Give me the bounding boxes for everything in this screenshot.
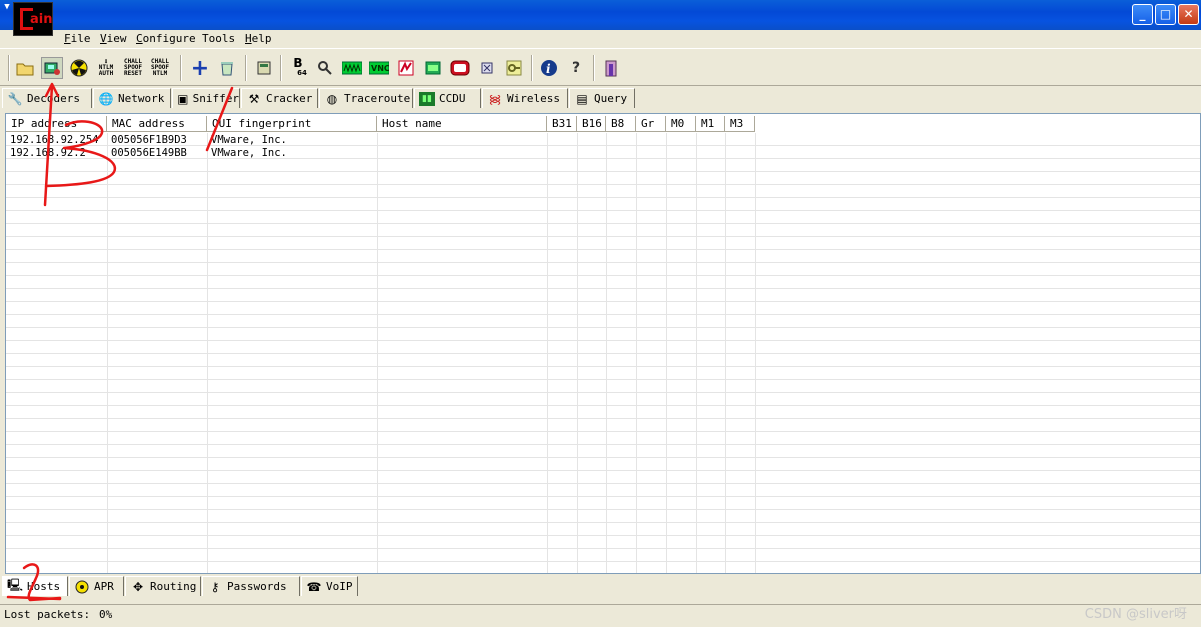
ip-cell: 192.168.92.2 (10, 147, 86, 159)
menu-help[interactable]: Help (245, 32, 272, 45)
cain-window: ▼ _ □ ✕ ain File View Configure Tools He… (0, 0, 1201, 627)
menu-tools[interactable]: Tools (202, 32, 235, 45)
status-bar: Lost packets: 0% (0, 604, 1201, 624)
ip-cell: 192.168.92.254 (10, 134, 99, 146)
tab-query[interactable]: ▤ Query (569, 88, 635, 108)
toolbar: ⬇ NTLM AUTH CHALL SPOOF RESET CHALL SPOOF NTLM… (0, 48, 1201, 86)
host-cell (377, 134, 547, 147)
tab-wireless[interactable]: ᯼ Wireless (482, 88, 568, 108)
tab-apr[interactable]: APR (69, 576, 124, 596)
tab-hosts[interactable]: 🖳 Hosts (2, 576, 68, 596)
pwl-icon[interactable] (341, 57, 363, 79)
hosts-table-body (6, 133, 1200, 573)
passwords-icon: ⚷ (210, 579, 220, 594)
hosts-icon: 🖳 (7, 578, 24, 592)
base64-icon[interactable]: B 64 (287, 57, 309, 79)
sniffer-icon: ▣ (177, 91, 189, 106)
menu-file[interactable]: File (64, 32, 91, 45)
query-icon: ▤ (576, 91, 588, 106)
wireless-tab-icon: ᯼ (488, 92, 502, 106)
col-gr[interactable]: Gr (636, 116, 666, 132)
col-oui-fingerprint[interactable]: OUI fingerprint (207, 116, 377, 132)
oui-cell: VMware, Inc. (211, 134, 287, 146)
tab-passwords[interactable]: ⚷ Passwords (202, 576, 300, 596)
menu-bar: File View Configure Tools Help (0, 30, 1201, 48)
hash-calculator-icon[interactable] (253, 57, 275, 79)
routing-icon: ✥ (132, 579, 144, 594)
top-tab-strip: 🔧 Decoders 🌐 Network ▣ Sniffer ⚒ Cracker ◍ Tr… (0, 88, 1201, 110)
tab-sniffer[interactable]: ▣ Sniffer (172, 88, 240, 108)
host-cell (377, 147, 547, 160)
open-folder-icon[interactable] (14, 57, 36, 79)
chall-spoof-reset-icon[interactable]: CHALL SPOOF RESET (122, 57, 144, 79)
tab-decoders[interactable]: 🔧 Decoders (2, 88, 92, 108)
table-row[interactable]: 192.168.92.2 005056E149BB VMware, Inc. (6, 147, 547, 160)
vnc-icon[interactable]: VNC (368, 57, 390, 79)
tab-cracker[interactable]: ⚒ Cracker (241, 88, 318, 108)
decoders-icon: 🔧 (7, 91, 23, 106)
network-icon: 🌐 (98, 91, 114, 106)
oui-cell: VMware, Inc. (211, 147, 287, 159)
ccdu-icon: ▮▮ (419, 91, 435, 106)
col-m3[interactable]: M3 (725, 116, 755, 132)
svg-text:i: i (546, 62, 551, 76)
chall-spoof-ntlm-icon[interactable]: CHALL SPOOF NTLM (149, 57, 171, 79)
col-mac-address[interactable]: MAC address (107, 116, 207, 132)
bottom-tab-strip: 🖳 Hosts APR ✥ Routing ⚷ Passwords ☎ VoIP (0, 576, 1201, 598)
watermark: CSDN @sliver呀 (1084, 607, 1187, 622)
mac-cell: 005056F1B9D3 (111, 134, 187, 146)
col-ip-address[interactable]: IP address (6, 116, 107, 132)
cain-logo: ain (13, 2, 53, 36)
col-b8[interactable]: B8 (606, 116, 636, 132)
logo-text: ain (30, 12, 53, 27)
tab-routing[interactable]: ✥ Routing (125, 576, 201, 596)
cisco-icon[interactable] (449, 57, 471, 79)
hosts-list[interactable]: IP address MAC address OUI fingerprint H… (5, 113, 1201, 574)
tab-ccdu[interactable]: ▮▮ CCDU (414, 88, 481, 108)
lsa-secrets-icon[interactable] (314, 57, 336, 79)
password-icon[interactable] (503, 57, 525, 79)
rdp-icon[interactable] (395, 57, 417, 79)
col-m1[interactable]: M1 (696, 116, 725, 132)
lost-packets-value: 0% (99, 608, 113, 621)
menu-view[interactable]: View (100, 32, 127, 45)
lost-packets-label: Lost packets: (4, 608, 91, 621)
voip-icon: ☎ (306, 579, 322, 594)
table-row[interactable]: 192.168.92.254 005056F1B9D3 VMware, Inc. (6, 134, 547, 147)
help-icon[interactable]: ? (565, 57, 587, 79)
cracker-icon: ⚒ (248, 91, 260, 106)
tab-voip[interactable]: ☎ VoIP (301, 576, 358, 596)
col-b31[interactable]: B31 (547, 116, 577, 132)
recycle-icon[interactable] (216, 57, 238, 79)
maximize-button[interactable]: □ (1155, 4, 1176, 25)
tab-network[interactable]: 🌐 Network (93, 88, 171, 108)
close-button[interactable]: ✕ (1178, 4, 1199, 25)
terminal-icon[interactable] (422, 57, 444, 79)
apr-poison-icon[interactable] (68, 57, 90, 79)
sniffer-start-icon[interactable] (41, 57, 63, 79)
menu-configure[interactable]: Configure (136, 32, 196, 45)
minimize-button[interactable]: _ (1132, 4, 1153, 25)
ntlm-auth-icon[interactable]: ⬇ NTLM AUTH (95, 57, 117, 79)
exit-icon[interactable] (600, 57, 622, 79)
title-bar[interactable]: ▼ _ □ ✕ (0, 0, 1201, 30)
mac-cell: 005056E149BB (111, 147, 187, 159)
traceroute-icon: ◍ (326, 91, 338, 106)
col-host-name[interactable]: Host name (377, 116, 547, 132)
col-b16[interactable]: B16 (577, 116, 606, 132)
vnc-label: VNC (371, 64, 389, 73)
apr-icon (74, 580, 90, 594)
tab-traceroute[interactable]: ◍ Traceroute (319, 88, 413, 108)
add-icon[interactable]: + (189, 56, 211, 81)
wireless-icon[interactable] (476, 57, 498, 79)
hosts-table-header: IP address MAC address OUI fingerprint H… (6, 116, 1200, 132)
system-menu-icon[interactable]: ▼ (2, 2, 12, 12)
info-icon[interactable]: i (538, 57, 560, 79)
col-m0[interactable]: M0 (666, 116, 696, 132)
